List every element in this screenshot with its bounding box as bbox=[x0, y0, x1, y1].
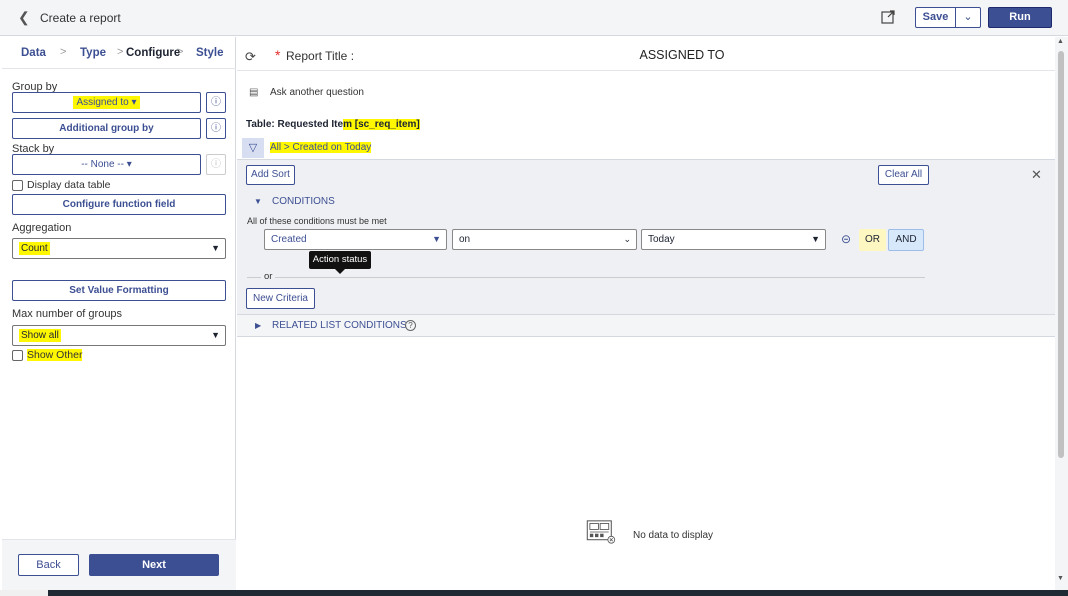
back-button[interactable]: Back bbox=[18, 554, 79, 576]
and-button[interactable]: AND bbox=[888, 229, 924, 251]
chevron-down-icon: ▼ bbox=[211, 330, 220, 340]
scrollbar-thumb[interactable] bbox=[1058, 51, 1064, 458]
left-config-panel: Data > Type > Configure > Style Group by… bbox=[2, 37, 236, 590]
configure-function-field-button[interactable]: Configure function field bbox=[12, 194, 226, 215]
step-style[interactable]: Style bbox=[196, 47, 224, 59]
table-label: Table: Requested Item [sc_req_item] bbox=[246, 119, 420, 130]
report-main-panel: ⟳ * Report Title : ASSIGNED TO ▤ Ask ano… bbox=[237, 37, 1055, 590]
tooltip: Action status bbox=[309, 251, 371, 274]
wizard-steps: Data > Type > Configure > Style bbox=[2, 37, 236, 69]
page-title: Create a report bbox=[40, 11, 121, 25]
step-separator-icon: > bbox=[60, 46, 67, 58]
max-groups-select[interactable]: Show all ▼ bbox=[12, 325, 226, 346]
step-separator-icon: > bbox=[117, 46, 124, 58]
group-by-field[interactable]: Assigned to ▾ bbox=[12, 92, 201, 113]
report-title-input[interactable]: ASSIGNED TO bbox=[537, 48, 827, 62]
caret-right-icon[interactable]: ▶ bbox=[255, 321, 261, 330]
close-icon[interactable]: ✕ bbox=[1031, 167, 1042, 183]
table-label-prefix: Table: Requested Ite bbox=[246, 119, 344, 130]
remove-condition-icon[interactable]: ⊝ bbox=[841, 232, 851, 246]
top-bar: ❮ Create a report Save ⌄ Run bbox=[0, 0, 1068, 36]
add-sort-button[interactable]: Add Sort bbox=[246, 165, 295, 185]
aggregation-select[interactable]: Count ▼ bbox=[12, 238, 226, 259]
show-other-checkbox[interactable] bbox=[12, 350, 23, 361]
step-type[interactable]: Type bbox=[80, 47, 106, 59]
step-separator-icon: > bbox=[177, 46, 184, 58]
condition-value-select[interactable]: Today ▼ bbox=[641, 229, 826, 250]
back-arrow-icon[interactable]: ❮ bbox=[18, 9, 30, 26]
no-data-text: No data to display bbox=[633, 530, 714, 541]
max-groups-label: Max number of groups bbox=[12, 308, 123, 320]
refresh-icon[interactable]: ⟳ bbox=[245, 49, 256, 65]
or-button[interactable]: OR bbox=[859, 229, 886, 251]
chevron-down-icon: ⌄ bbox=[623, 234, 631, 244]
caret-down-icon: ▼ bbox=[432, 234, 441, 244]
no-data-icon bbox=[586, 520, 616, 544]
related-list-conditions-bar: ▶ RELATED LIST CONDITIONS ? bbox=[237, 315, 1055, 337]
display-data-table-label: Display data table bbox=[27, 179, 111, 191]
related-list-conditions-heading[interactable]: RELATED LIST CONDITIONS bbox=[272, 320, 407, 331]
save-button[interactable]: Save bbox=[915, 7, 956, 28]
chevron-down-icon: ▼ bbox=[211, 243, 220, 253]
info-icon[interactable]: ⓘ bbox=[206, 118, 226, 139]
help-icon[interactable]: ? bbox=[405, 320, 416, 331]
caret-down-icon[interactable]: ▼ bbox=[254, 197, 262, 206]
os-taskbar bbox=[0, 590, 1068, 596]
taskbar-segment bbox=[0, 590, 48, 596]
wizard-footer: Back Next bbox=[2, 539, 236, 590]
all-conditions-label: All of these conditions must be met bbox=[247, 216, 387, 226]
run-button[interactable]: Run bbox=[988, 7, 1052, 28]
stack-by-field[interactable]: -- None -- ▾ bbox=[12, 154, 201, 175]
group-by-value: Assigned to bbox=[76, 97, 129, 108]
max-groups-value: Show all bbox=[19, 329, 61, 342]
or-divider bbox=[247, 277, 925, 278]
or-separator-label: or bbox=[261, 271, 276, 282]
filter-breadcrumb-bar: ▽ All > Created on Today bbox=[237, 138, 1055, 159]
scroll-up-icon[interactable]: ▲ bbox=[1057, 38, 1064, 45]
chevron-down-icon: ⌄ bbox=[963, 11, 973, 23]
show-other-label: Show Other bbox=[27, 349, 83, 361]
save-dropdown-button[interactable]: ⌄ bbox=[955, 7, 981, 28]
conditions-panel: Add Sort Clear All ✕ ▼ CONDITIONS All of… bbox=[237, 159, 1055, 315]
divider bbox=[237, 70, 1055, 71]
stack-by-value: -- None -- bbox=[81, 159, 124, 170]
table-label-name: m [sc_req_item] bbox=[343, 119, 420, 130]
filter-icon[interactable]: ▽ bbox=[242, 138, 264, 158]
next-button[interactable]: Next bbox=[89, 554, 219, 576]
step-configure[interactable]: Configure bbox=[126, 47, 180, 59]
aggregation-value: Count bbox=[19, 242, 50, 255]
new-criteria-button[interactable]: New Criteria bbox=[246, 288, 315, 309]
condition-operator-value: on bbox=[459, 234, 471, 245]
chat-icon: ▤ bbox=[249, 87, 259, 98]
condition-field-value: Created bbox=[271, 234, 307, 245]
conditions-heading[interactable]: CONDITIONS bbox=[272, 196, 335, 207]
set-value-formatting-button[interactable]: Set Value Formatting bbox=[12, 280, 226, 301]
condition-operator-select[interactable]: on ⌄ bbox=[452, 229, 637, 250]
aggregation-label: Aggregation bbox=[12, 222, 72, 234]
ask-another-question-link[interactable]: Ask another question bbox=[270, 87, 364, 98]
condition-value-value: Today bbox=[648, 234, 675, 245]
caret-down-icon: ▾ bbox=[126, 159, 132, 170]
share-icon[interactable] bbox=[880, 9, 896, 25]
caret-down-icon: ▾ bbox=[131, 97, 137, 108]
report-title-label: Report Title : bbox=[286, 49, 355, 63]
condition-field-select[interactable]: Created ▼ bbox=[264, 229, 447, 250]
clear-all-button[interactable]: Clear All bbox=[878, 165, 929, 185]
info-icon[interactable]: ⓘ bbox=[206, 92, 226, 113]
filter-breadcrumbs[interactable]: All > Created on Today bbox=[270, 142, 372, 153]
display-data-table-checkbox[interactable] bbox=[12, 180, 23, 191]
required-asterisk-icon: * bbox=[275, 47, 281, 63]
vertical-scrollbar[interactable]: ▲ ▼ bbox=[1055, 37, 1068, 590]
additional-group-by-button[interactable]: Additional group by bbox=[12, 118, 201, 139]
scroll-down-icon[interactable]: ▼ bbox=[1057, 575, 1064, 582]
step-data[interactable]: Data bbox=[21, 47, 46, 59]
info-icon: ⓘ bbox=[206, 154, 226, 175]
caret-down-icon: ▼ bbox=[811, 234, 820, 244]
